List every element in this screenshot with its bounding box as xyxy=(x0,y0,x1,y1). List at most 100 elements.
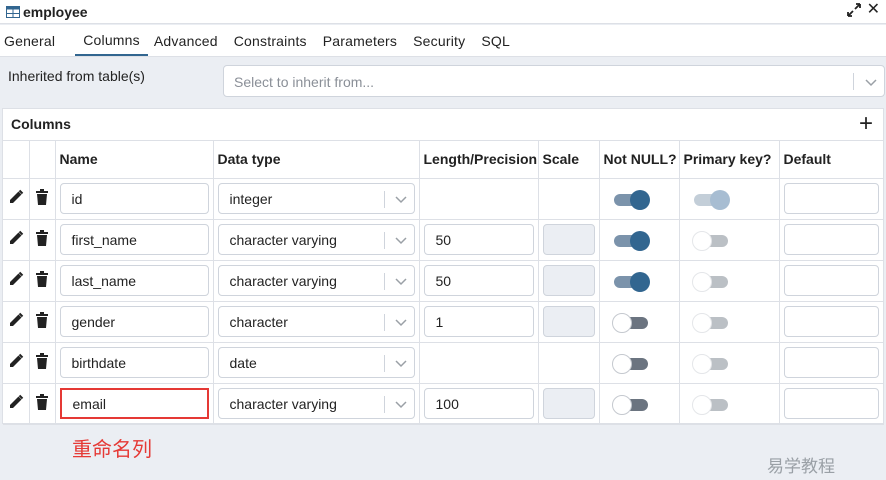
col-header-primarykey: Primary key? xyxy=(679,141,780,179)
inherit-select[interactable]: Select to inherit from... xyxy=(223,65,885,97)
length-input[interactable]: 1 xyxy=(423,306,534,337)
chevron-down-icon[interactable] xyxy=(394,397,408,411)
table-row: email character varying 100 xyxy=(3,383,884,425)
chevron-down-icon[interactable] xyxy=(394,356,408,370)
length-input[interactable]: 50 xyxy=(423,265,534,296)
grid-header: Columns + xyxy=(3,109,883,141)
tab-general[interactable]: General xyxy=(0,25,65,56)
datatype-select[interactable]: character varying xyxy=(217,265,415,296)
datatype-value: character varying xyxy=(229,396,337,412)
datatype-select[interactable]: date xyxy=(217,347,415,378)
chevron-down-icon[interactable] xyxy=(394,274,408,288)
table-header-row: Name Data type Length/Precision Scale No… xyxy=(3,141,884,179)
select-separator xyxy=(383,273,385,290)
col-header-datatype: Data type xyxy=(213,141,420,179)
chevron-down-icon[interactable] xyxy=(394,315,408,329)
tab-columns[interactable]: Columns xyxy=(75,25,148,56)
column-name-input[interactable]: id xyxy=(59,183,209,214)
select-separator xyxy=(383,314,385,331)
delete-icon[interactable] xyxy=(36,353,48,372)
primary-key-toggle[interactable] xyxy=(693,189,730,210)
delete-icon[interactable] xyxy=(36,271,48,290)
watermark: 易学教程 xyxy=(767,457,835,477)
edit-icon[interactable] xyxy=(8,189,24,208)
col-header-notnull: Not NULL? xyxy=(599,141,680,179)
dialog-title: employee xyxy=(23,3,88,20)
table-row: first_name character varying 50 xyxy=(3,219,884,261)
not-null-toggle[interactable] xyxy=(613,189,650,210)
primary-key-toggle[interactable] xyxy=(691,271,730,292)
delete-icon[interactable] xyxy=(36,189,48,208)
not-null-toggle[interactable] xyxy=(611,394,650,415)
expand-icon[interactable] xyxy=(846,2,862,18)
close-icon[interactable]: ✕ xyxy=(867,0,880,20)
dialog-titlebar: employee ✕ xyxy=(0,0,886,24)
tab-constraints[interactable]: Constraints xyxy=(230,25,317,56)
edit-icon[interactable] xyxy=(8,312,24,331)
columns-grid: Columns + Name Data type Length/Precisio… xyxy=(2,108,884,425)
column-name-input[interactable]: last_name xyxy=(59,265,209,296)
edit-icon[interactable] xyxy=(8,230,24,249)
datatype-select[interactable]: character xyxy=(217,306,415,337)
tab-sql[interactable]: SQL xyxy=(477,25,520,56)
default-input[interactable] xyxy=(783,347,879,378)
select-separator xyxy=(853,73,854,90)
datatype-value: character xyxy=(229,314,288,330)
annotation-text: 重命名列 xyxy=(72,437,152,461)
default-input[interactable] xyxy=(783,388,879,419)
length-input[interactable]: 100 xyxy=(423,388,534,419)
inherit-row: Inherited from table(s) Select to inheri… xyxy=(0,58,886,104)
select-separator xyxy=(383,396,385,413)
table-row: last_name character varying 50 xyxy=(3,260,884,302)
table-row: gender character 1 xyxy=(3,301,884,343)
columns-table: Name Data type Length/Precision Scale No… xyxy=(3,141,884,425)
grid-title: Columns xyxy=(11,116,71,132)
datatype-value: integer xyxy=(229,191,273,207)
tab-security[interactable]: Security xyxy=(409,25,475,56)
datatype-value: character varying xyxy=(229,232,337,248)
delete-icon[interactable] xyxy=(36,230,48,249)
primary-key-toggle[interactable] xyxy=(691,312,730,333)
select-separator xyxy=(383,191,385,208)
chevron-down-icon[interactable] xyxy=(864,75,878,89)
not-null-toggle[interactable] xyxy=(613,271,650,292)
tab-advanced[interactable]: Advanced xyxy=(150,25,228,56)
tab-bar: General Columns Advanced Constraints Paramet… xyxy=(0,25,886,57)
default-input[interactable] xyxy=(783,224,879,255)
datatype-value: date xyxy=(229,355,257,371)
col-header-default: Default xyxy=(779,141,884,179)
column-name-input[interactable]: birthdate xyxy=(59,347,209,378)
not-null-toggle[interactable] xyxy=(611,353,650,374)
delete-icon[interactable] xyxy=(36,394,48,413)
column-name-input[interactable]: gender xyxy=(59,306,209,337)
primary-key-toggle[interactable] xyxy=(691,230,730,251)
scale-input xyxy=(542,265,595,296)
chevron-down-icon[interactable] xyxy=(394,233,408,247)
default-input[interactable] xyxy=(783,265,879,296)
edit-icon[interactable] xyxy=(8,271,24,290)
select-separator xyxy=(383,355,385,372)
table-row: id integer xyxy=(3,178,884,220)
column-name-input[interactable]: email xyxy=(59,388,209,419)
inherit-placeholder: Select to inherit from... xyxy=(234,74,375,90)
datatype-select[interactable]: character varying xyxy=(217,388,415,419)
not-null-toggle[interactable] xyxy=(611,312,650,333)
default-input[interactable] xyxy=(783,183,879,214)
default-input[interactable] xyxy=(783,306,879,337)
primary-key-toggle[interactable] xyxy=(691,394,730,415)
tab-parameters[interactable]: Parameters xyxy=(319,25,407,56)
datatype-select[interactable]: integer xyxy=(217,183,415,214)
column-name-input[interactable]: first_name xyxy=(59,224,209,255)
primary-key-toggle[interactable] xyxy=(691,353,730,374)
length-input[interactable]: 50 xyxy=(423,224,534,255)
table-row: birthdate date xyxy=(3,342,884,384)
col-header-scale: Scale xyxy=(538,141,600,179)
delete-icon[interactable] xyxy=(36,312,48,331)
edit-icon[interactable] xyxy=(8,394,24,413)
datatype-select[interactable]: character varying xyxy=(217,224,415,255)
add-row-icon[interactable]: + xyxy=(857,112,875,136)
scale-input xyxy=(542,306,595,337)
chevron-down-icon[interactable] xyxy=(394,192,408,206)
not-null-toggle[interactable] xyxy=(613,230,650,251)
edit-icon[interactable] xyxy=(8,353,24,372)
